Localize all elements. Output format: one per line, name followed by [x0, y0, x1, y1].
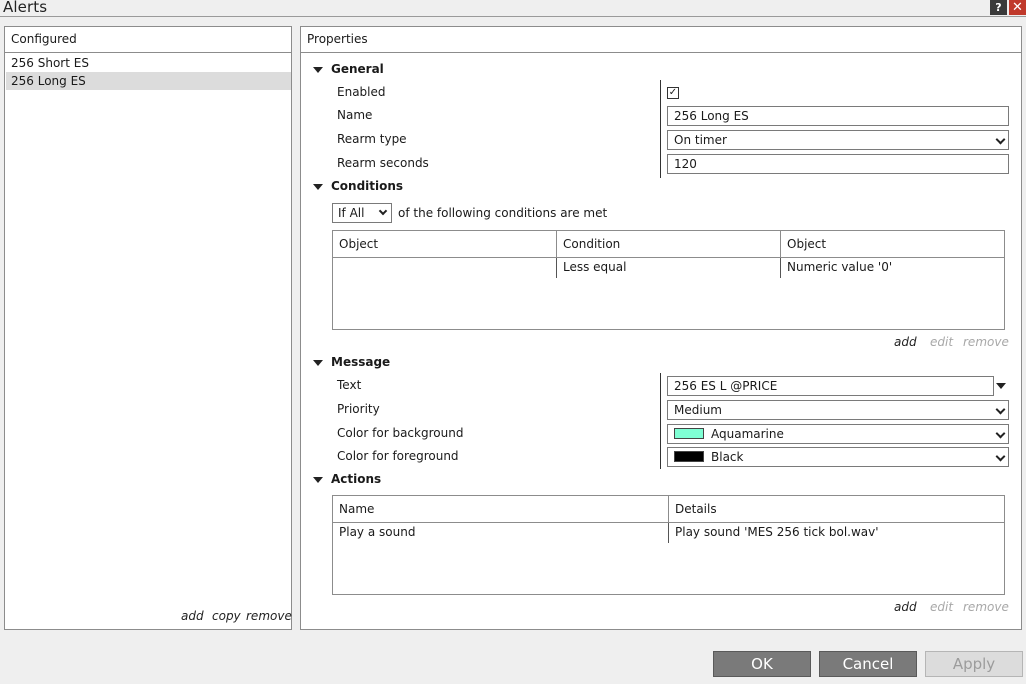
list-item[interactable]: 256 Long ES: [6, 72, 291, 90]
table-row[interactable]: Play a sound Play sound 'MES 256 tick bo…: [333, 523, 1004, 543]
table-row[interactable]: Less equal Numeric value '0': [333, 258, 1004, 278]
enabled-label: Enabled: [337, 85, 386, 99]
actions-edit-link[interactable]: edit: [930, 600, 953, 614]
rearm-seconds-label: Rearm seconds: [337, 156, 429, 170]
close-button[interactable]: ✕: [1009, 0, 1026, 15]
column-header[interactable]: Condition: [563, 237, 620, 251]
condition-target-cell: Numeric value '0': [787, 260, 893, 274]
chevron-down-icon: [378, 206, 388, 216]
chevron-down-icon: [995, 404, 1006, 415]
collapse-triangle-icon[interactable]: [313, 67, 323, 73]
collapse-triangle-icon[interactable]: [313, 184, 323, 190]
text-dropdown-arrow-icon[interactable]: [996, 383, 1006, 389]
column-header[interactable]: Object: [787, 237, 826, 251]
cell-divider: [780, 258, 781, 278]
chevron-down-icon: [995, 428, 1006, 439]
chevron-down-icon: [995, 134, 1006, 145]
column-header[interactable]: Object: [339, 237, 378, 251]
configured-add-link[interactable]: add: [181, 609, 204, 623]
conditions-logic-suffix: of the following conditions are met: [398, 206, 608, 220]
collapse-triangle-icon[interactable]: [313, 360, 323, 366]
rearm-type-select[interactable]: On timer: [667, 130, 1009, 150]
bg-color-value: Aquamarine: [711, 427, 784, 441]
fg-color-swatch: [674, 451, 704, 462]
bg-color-select[interactable]: Aquamarine: [667, 424, 1009, 444]
title-divider: [0, 16, 1026, 17]
actions-table-header: Name Details: [333, 496, 1004, 523]
conditions-edit-link[interactable]: edit: [930, 335, 953, 349]
property-divider: [660, 80, 661, 178]
text-label: Text: [337, 378, 362, 392]
name-label: Name: [337, 108, 373, 122]
priority-select[interactable]: Medium: [667, 400, 1009, 420]
configured-copy-link[interactable]: copy: [212, 609, 241, 623]
conditions-remove-link[interactable]: remove: [963, 335, 1009, 349]
enabled-checkbox[interactable]: ✓: [667, 87, 679, 99]
list-item[interactable]: 256 Short ES: [6, 54, 291, 72]
apply-button[interactable]: Apply: [925, 651, 1023, 677]
action-name-cell: Play a sound: [339, 525, 416, 539]
cell-divider: [668, 523, 669, 543]
column-header[interactable]: Name: [339, 502, 374, 516]
ok-button[interactable]: OK: [713, 651, 811, 677]
collapse-triangle-icon[interactable]: [313, 477, 323, 483]
property-divider: [660, 373, 661, 469]
conditions-logic-select[interactable]: If All: [332, 203, 392, 223]
rearm-type-value: On timer: [674, 133, 727, 147]
conditions-add-link[interactable]: add: [894, 335, 917, 349]
conditions-table-header: Object Condition Object: [333, 231, 1004, 258]
cancel-button[interactable]: Cancel: [819, 651, 917, 677]
window-title: Alerts: [3, 0, 48, 16]
column-divider: [668, 496, 669, 523]
actions-add-link[interactable]: add: [894, 600, 917, 614]
fg-color-select[interactable]: Black: [667, 447, 1009, 467]
priority-value: Medium: [674, 403, 722, 417]
condition-operator-cell: Less equal: [563, 260, 627, 274]
configured-panel: Configured 256 Short ES 256 Long ES add …: [4, 26, 292, 630]
actions-table: Name Details Play a sound Play sound 'ME…: [332, 495, 1005, 595]
cell-divider: [556, 258, 557, 278]
message-section-title: Message: [331, 355, 391, 369]
help-button[interactable]: ?: [990, 0, 1007, 15]
conditions-section-title: Conditions: [331, 179, 404, 193]
general-section-title: General: [331, 62, 384, 76]
column-divider: [780, 231, 781, 258]
rearm-type-label: Rearm type: [337, 132, 407, 146]
fg-color-label: Color for foreground: [337, 449, 459, 463]
conditions-table: Object Condition Object Less equal Numer…: [332, 230, 1005, 330]
message-text-field[interactable]: 256 ES L @PRICE: [667, 376, 994, 396]
priority-label: Priority: [337, 402, 380, 416]
rearm-seconds-field[interactable]: 120: [667, 154, 1009, 174]
name-field[interactable]: 256 Long ES: [667, 106, 1009, 126]
column-divider: [556, 231, 557, 258]
configured-remove-link[interactable]: remove: [246, 609, 292, 623]
action-details-cell: Play sound 'MES 256 tick bol.wav': [675, 525, 879, 539]
bg-color-label: Color for background: [337, 426, 464, 440]
fg-color-value: Black: [711, 450, 744, 464]
configured-header: Configured: [5, 27, 291, 53]
bg-color-swatch: [674, 428, 704, 439]
column-header[interactable]: Details: [675, 502, 717, 516]
actions-remove-link[interactable]: remove: [963, 600, 1009, 614]
properties-header: Properties: [301, 27, 1021, 53]
actions-section-title: Actions: [331, 472, 382, 486]
chevron-down-icon: [995, 451, 1006, 462]
conditions-logic-value: If All: [338, 206, 365, 220]
